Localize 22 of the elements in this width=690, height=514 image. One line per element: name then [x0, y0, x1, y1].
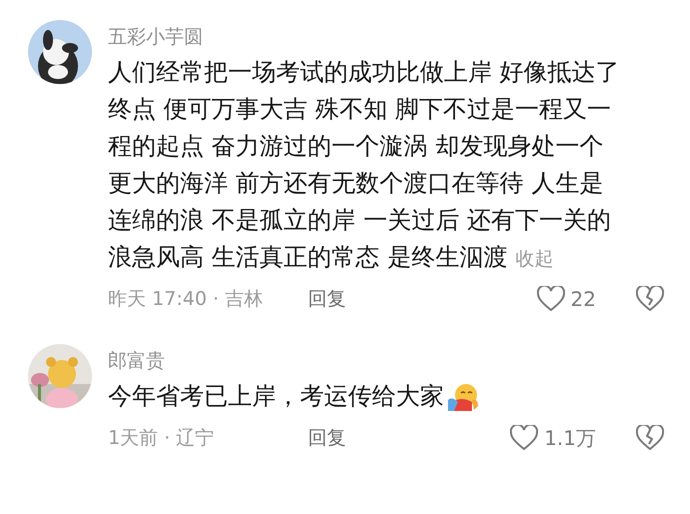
comment-text: 终点 便可万事大吉 殊不知 脚下不过是一程又一: [108, 94, 611, 125]
comment-text: 浪急风高 生活真正的常态 是终生泅渡: [108, 242, 508, 273]
like-button[interactable]: 1.1万: [510, 424, 596, 452]
comment-text: 连绵的浪 不是孤立的岸 一关过后 还有下一关的: [108, 205, 611, 236]
timestamp-location: 昨天 17:40 · 吉林: [108, 287, 264, 312]
comment-text: 人们经常把一场考试的成功比做上岸 好像抵达了: [108, 57, 620, 88]
comment-text: 程的起点 奋力游过的一个漩涡 却发现身处一个: [108, 131, 604, 162]
username[interactable]: 郎富贵: [108, 347, 165, 375]
username[interactable]: 五彩小芋圆: [108, 23, 203, 51]
broken-heart-icon: [636, 286, 664, 312]
timestamp-location: 1天前 · 辽宁: [108, 426, 216, 451]
comment-text: 今年省考已上岸，考运传给大家: [108, 381, 444, 412]
reply-button[interactable]: 回复: [308, 425, 346, 451]
dislike-button[interactable]: [636, 286, 664, 312]
comment-text: 更大的海洋 前方还有无数个渡口在等待 人生是: [108, 168, 604, 199]
broken-heart-icon: [636, 425, 664, 451]
dislike-button[interactable]: [636, 425, 664, 451]
reply-button[interactable]: 回复: [308, 286, 346, 312]
heart-icon: [510, 425, 538, 451]
heart-icon: [536, 286, 565, 312]
collapse-link[interactable]: 收起: [515, 246, 554, 272]
like-button[interactable]: 22: [536, 286, 596, 312]
